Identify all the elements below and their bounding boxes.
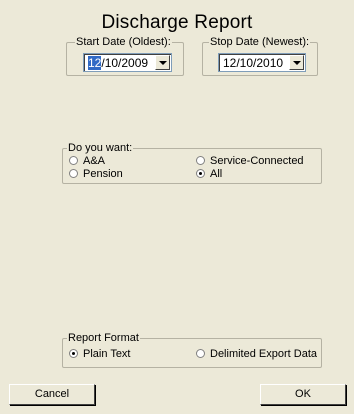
- start-date-label: Start Date (Oldest):: [75, 36, 172, 48]
- stop-date-dropdown-icon[interactable]: [289, 55, 304, 70]
- page-title: Discharge Report: [101, 12, 253, 33]
- radio-plain-text-label: Plain Text: [83, 348, 131, 360]
- radio-pension-dot[interactable]: [69, 169, 78, 178]
- cancel-button-label: Cancel: [34, 388, 70, 400]
- radio-plain-text[interactable]: Plain Text: [69, 348, 131, 361]
- report-format-group: Report Format Plain Text Delimited Expor…: [62, 332, 322, 368]
- stop-date-picker[interactable]: 12/10/2010: [218, 53, 306, 72]
- radio-pension-label: Pension: [83, 168, 123, 180]
- radio-delimited-export-dot[interactable]: [196, 349, 205, 358]
- do-you-want-label: Do you want:: [67, 142, 134, 154]
- radio-aa[interactable]: A&A: [69, 155, 105, 168]
- start-date-month-selected[interactable]: 12: [88, 56, 102, 70]
- radio-delimited-export[interactable]: Delimited Export Data: [196, 348, 317, 361]
- radio-aa-label: A&A: [83, 155, 106, 167]
- radio-delimited-export-label: Delimited Export Data: [210, 348, 317, 360]
- radio-pension[interactable]: Pension: [69, 168, 123, 181]
- start-date-group: Start Date (Oldest): 12/10/2009: [66, 36, 184, 76]
- radio-service-connected-dot[interactable]: [196, 156, 205, 165]
- ok-button[interactable]: OK: [260, 384, 346, 405]
- radio-all-label: All: [210, 168, 223, 180]
- cancel-button[interactable]: Cancel: [9, 384, 95, 405]
- start-date-dropdown-icon[interactable]: [155, 55, 170, 70]
- do-you-want-group: Do you want: A&A Service-Connected Pensi…: [62, 142, 322, 184]
- radio-service-connected-label: Service-Connected: [210, 155, 304, 167]
- start-date-rest: /10/2009: [101, 56, 149, 70]
- ok-button-label: OK: [295, 388, 311, 400]
- stop-date-value: 12/10/2010: [223, 56, 284, 70]
- radio-aa-dot[interactable]: [69, 156, 78, 165]
- stop-date-group: Stop Date (Newest): 12/10/2010: [202, 36, 318, 76]
- radio-plain-text-dot[interactable]: [69, 349, 78, 358]
- radio-service-connected[interactable]: Service-Connected: [196, 155, 304, 168]
- start-date-picker[interactable]: 12/10/2009: [83, 53, 172, 72]
- report-format-label: Report Format: [67, 332, 140, 344]
- stop-date-label: Stop Date (Newest):: [209, 36, 311, 48]
- radio-all-dot[interactable]: [196, 169, 205, 178]
- radio-all[interactable]: All: [196, 168, 222, 181]
